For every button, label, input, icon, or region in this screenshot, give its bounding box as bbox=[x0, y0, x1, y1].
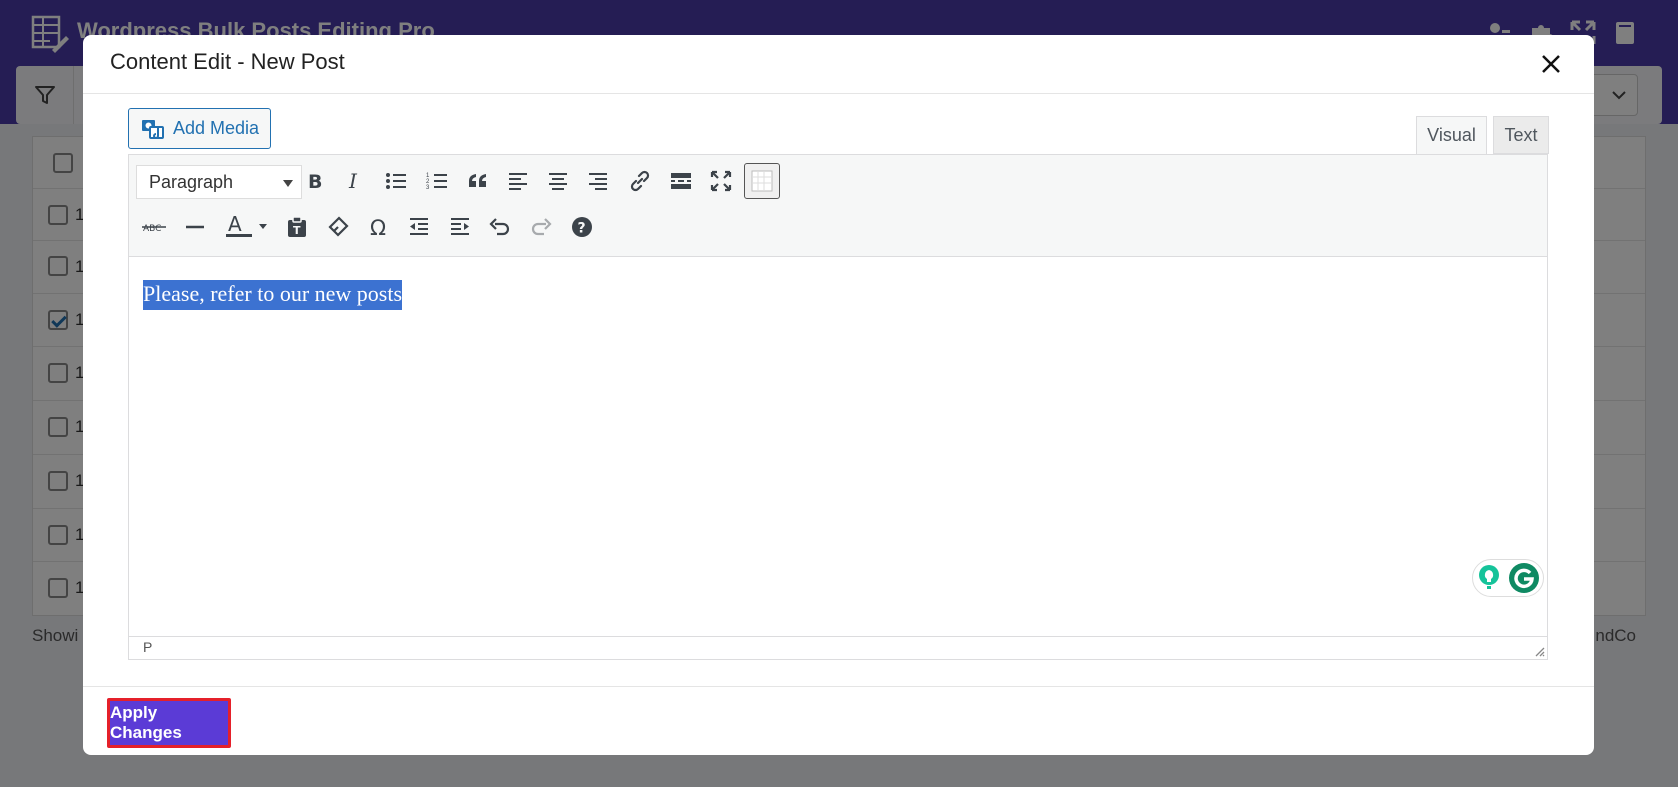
modal-footer: Apply Changes bbox=[83, 686, 1594, 755]
svg-text:Ω: Ω bbox=[370, 216, 386, 238]
bullet-list-button[interactable] bbox=[378, 163, 414, 199]
read-more-icon bbox=[671, 173, 691, 189]
close-icon bbox=[1542, 55, 1560, 73]
align-center-icon bbox=[549, 173, 567, 190]
indent-icon bbox=[451, 218, 469, 235]
svg-text:B: B bbox=[308, 171, 322, 191]
tab-text[interactable]: Text bbox=[1493, 116, 1549, 154]
undo-button[interactable] bbox=[482, 209, 518, 245]
align-left-icon bbox=[509, 173, 527, 190]
special-character-button[interactable]: Ω bbox=[361, 209, 397, 245]
resize-handle-icon[interactable] bbox=[1533, 645, 1545, 657]
fullscreen-icon bbox=[710, 170, 732, 192]
editor-toolbar: Paragraph B I 123 ABC A T Ω ? bbox=[129, 155, 1547, 257]
add-media-label: Add Media bbox=[173, 118, 260, 138]
format-select[interactable]: Paragraph bbox=[136, 165, 302, 199]
indent-button[interactable] bbox=[442, 209, 478, 245]
align-center-button[interactable] bbox=[540, 163, 576, 199]
paste-text-button[interactable]: T bbox=[279, 209, 315, 245]
add-media-button[interactable]: Add Media bbox=[128, 108, 271, 149]
selected-content-text[interactable]: Please, refer to our new posts bbox=[143, 280, 403, 310]
help-icon: ? bbox=[572, 217, 592, 237]
link-icon bbox=[630, 170, 650, 192]
apply-changes-button[interactable]: Apply Changes bbox=[107, 698, 231, 748]
lightbulb-icon[interactable] bbox=[1476, 564, 1502, 592]
editor-content-area[interactable]: Please, refer to our new posts bbox=[129, 257, 1547, 637]
numbered-list-button[interactable]: 123 bbox=[419, 163, 455, 199]
toolbar-toggle-button[interactable] bbox=[744, 163, 780, 199]
link-button[interactable] bbox=[622, 163, 658, 199]
outdent-icon bbox=[410, 218, 428, 235]
horizontal-line-icon bbox=[186, 225, 204, 229]
svg-text:?: ? bbox=[578, 221, 586, 237]
numbered-list-icon: 123 bbox=[426, 173, 447, 191]
italic-button[interactable]: I bbox=[337, 163, 373, 199]
help-button[interactable]: ? bbox=[564, 209, 600, 245]
redo-icon bbox=[531, 218, 552, 236]
fullscreen-button[interactable] bbox=[703, 163, 739, 199]
svg-text:I: I bbox=[348, 171, 358, 191]
modal-title: Content Edit - New Post bbox=[110, 49, 345, 74]
svg-text:ABC: ABC bbox=[143, 224, 161, 234]
grammarly-widget[interactable] bbox=[1472, 559, 1544, 597]
content-edit-modal: Content Edit - New Post Add Media Visual… bbox=[83, 35, 1594, 755]
text-color-icon: A bbox=[226, 214, 267, 237]
bold-button[interactable]: B bbox=[296, 163, 332, 199]
clear-formatting-icon bbox=[328, 216, 349, 237]
bullet-list-icon bbox=[386, 173, 406, 189]
read-more-button[interactable] bbox=[663, 163, 699, 199]
rich-text-editor: Paragraph B I 123 ABC A T Ω ? Please, re… bbox=[128, 154, 1548, 660]
format-select-value: Paragraph bbox=[149, 172, 234, 192]
strikethrough-icon: ABC bbox=[142, 224, 166, 234]
svg-text:A: A bbox=[228, 214, 242, 236]
close-button[interactable] bbox=[1536, 49, 1566, 79]
blockquote-button[interactable] bbox=[460, 163, 496, 199]
align-right-icon bbox=[589, 173, 607, 190]
tab-visual[interactable]: Visual bbox=[1416, 116, 1487, 154]
outdent-button[interactable] bbox=[401, 209, 437, 245]
italic-icon: I bbox=[348, 171, 358, 191]
media-icon bbox=[142, 119, 164, 139]
clear-formatting-button[interactable] bbox=[320, 209, 356, 245]
caret-down-icon bbox=[283, 180, 293, 187]
editor-status-bar: P bbox=[129, 636, 1547, 659]
horizontal-line-button[interactable] bbox=[177, 209, 213, 245]
align-left-button[interactable] bbox=[500, 163, 536, 199]
blockquote-icon bbox=[469, 174, 486, 187]
modal-header: Content Edit - New Post bbox=[83, 35, 1594, 94]
svg-text:3: 3 bbox=[426, 185, 430, 191]
special-character-icon: Ω bbox=[370, 216, 386, 238]
align-right-button[interactable] bbox=[580, 163, 616, 199]
strikethrough-button[interactable]: ABC bbox=[136, 209, 172, 245]
paste-text-icon: T bbox=[288, 216, 306, 237]
toolbar-toggle-icon bbox=[751, 170, 773, 192]
bold-icon: B bbox=[308, 171, 322, 191]
undo-icon bbox=[489, 218, 510, 236]
grammarly-icon[interactable] bbox=[1508, 562, 1540, 594]
text-color-button[interactable]: A bbox=[217, 209, 273, 245]
element-path[interactable]: P bbox=[143, 639, 152, 655]
redo-button[interactable] bbox=[523, 209, 559, 245]
svg-text:T: T bbox=[293, 224, 301, 237]
